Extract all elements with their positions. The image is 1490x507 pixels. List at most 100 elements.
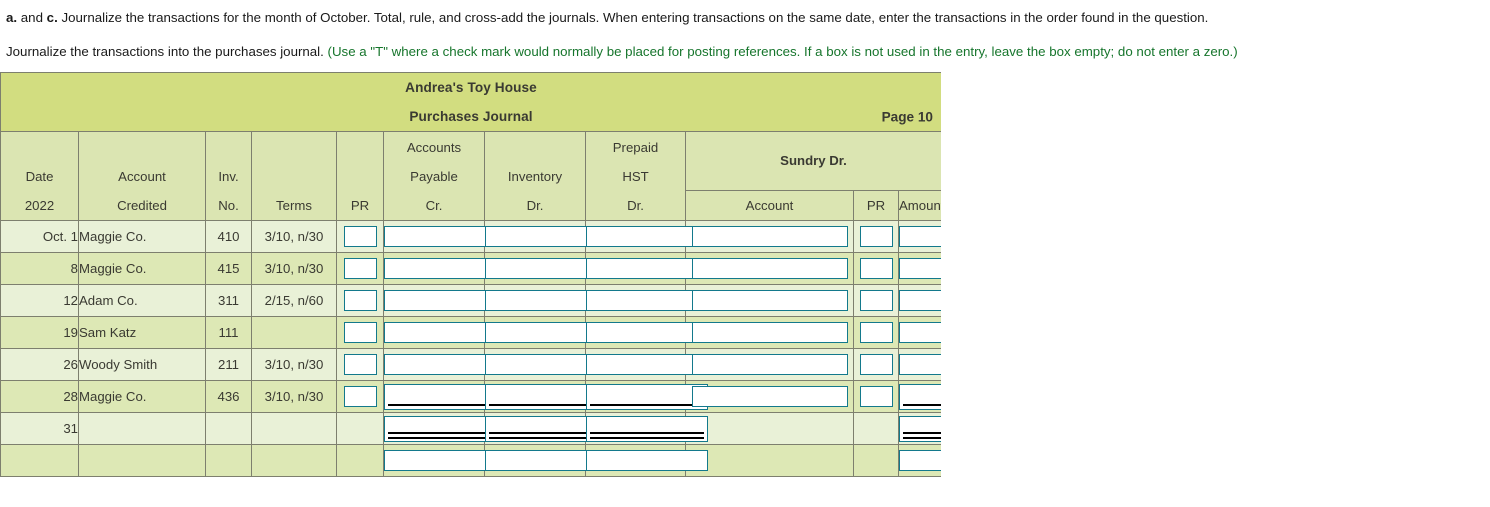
row-date: 31: [0, 412, 79, 445]
row-date: 12: [0, 284, 79, 317]
row-sundry-amount-cell[interactable]: [898, 412, 941, 445]
row-inventory-cell[interactable]: [484, 444, 607, 477]
input-prepaid-hst[interactable]: [586, 322, 708, 343]
input-sundry-amount[interactable]: [899, 258, 941, 279]
row-sundry-account-cell[interactable]: [685, 284, 854, 317]
header-date-top: Date: [25, 168, 54, 184]
input-sundry-pr[interactable]: [859, 290, 893, 311]
input-prepaid-hst[interactable]: [586, 258, 708, 279]
row-sundry-pr-cell[interactable]: [853, 252, 899, 285]
input-sundry-account[interactable]: [691, 386, 848, 407]
input-prepaid-hst-total[interactable]: [586, 415, 708, 442]
row-sundry-pr-cell[interactable]: [853, 380, 899, 413]
header-sundry-pr: PR: [853, 190, 899, 221]
row-ap-cell[interactable]: [383, 252, 506, 285]
row-inventory-cell[interactable]: [484, 252, 607, 285]
input-sundry-account[interactable]: [691, 290, 848, 311]
row-sundry-pr-cell[interactable]: [853, 316, 899, 349]
input-sundry-amount[interactable]: [899, 354, 941, 375]
header-hst-line2: HST: [622, 168, 649, 184]
input-prepaid-hst[interactable]: [586, 226, 708, 247]
input-sundry-amount[interactable]: [899, 322, 941, 343]
row-hst-cell[interactable]: [585, 252, 708, 285]
row-sundry-account-cell[interactable]: [685, 252, 854, 285]
row-sundry-account-cell[interactable]: [685, 316, 854, 349]
row-inventory-cell[interactable]: [484, 412, 607, 445]
input-pr[interactable]: [343, 386, 377, 407]
row-ap-cell[interactable]: [383, 412, 506, 445]
input-sundry-account[interactable]: [691, 354, 848, 375]
header-ap-line2: Payable: [410, 168, 458, 184]
row-inv: [205, 412, 252, 445]
row-ap-cell[interactable]: [383, 444, 506, 477]
table-row: 8 Maggie Co. 415 3/10, n/30: [0, 252, 941, 285]
row-sundry-pr-cell[interactable]: [853, 348, 899, 381]
row-inventory-cell[interactable]: [484, 284, 607, 317]
input-prepaid-hst[interactable]: [586, 450, 708, 471]
row-ap-cell[interactable]: [383, 316, 506, 349]
row-sundry-account-cell[interactable]: [685, 348, 854, 381]
row-pr-cell[interactable]: [336, 380, 384, 413]
row-hst-cell[interactable]: [585, 284, 708, 317]
row-inventory-cell[interactable]: [484, 220, 607, 253]
input-sundry-account[interactable]: [691, 258, 848, 279]
row-hst-cell[interactable]: [585, 316, 708, 349]
row-sundry-account-cell[interactable]: [685, 220, 854, 253]
input-pr[interactable]: [343, 258, 377, 279]
input-sundry-pr[interactable]: [859, 322, 893, 343]
header-account-credited: Account Credited: [78, 131, 206, 221]
input-sundry-amount-total[interactable]: [899, 415, 941, 442]
row-sundry-pr-cell: [853, 412, 899, 445]
row-pr-cell[interactable]: [336, 348, 384, 381]
row-inventory-cell[interactable]: [484, 348, 607, 381]
row-sundry-pr-cell[interactable]: [853, 284, 899, 317]
row-hst-cell[interactable]: [585, 220, 708, 253]
row-sundry-amount-cell[interactable]: [898, 380, 941, 413]
input-sundry-amount[interactable]: [899, 226, 941, 247]
input-sundry-account[interactable]: [691, 322, 848, 343]
input-pr[interactable]: [343, 290, 377, 311]
row-pr-cell[interactable]: [336, 220, 384, 253]
row-terms: 2/15, n/60: [251, 284, 337, 317]
row-pr-cell[interactable]: [336, 252, 384, 285]
row-ap-cell[interactable]: [383, 284, 506, 317]
input-sundry-account[interactable]: [691, 226, 848, 247]
row-sundry-amount-cell[interactable]: [898, 348, 941, 381]
journal-company-name: Andrea's Toy House: [405, 80, 537, 95]
input-sundry-pr[interactable]: [859, 354, 893, 375]
header-terms-spacer: [252, 162, 336, 191]
row-sundry-amount-cell[interactable]: [898, 444, 941, 477]
input-sundry-pr[interactable]: [859, 258, 893, 279]
input-sundry-amount[interactable]: [899, 383, 941, 410]
input-prepaid-hst[interactable]: [586, 290, 708, 311]
header-pr-label: PR: [350, 197, 370, 213]
row-hst-cell[interactable]: [585, 444, 708, 477]
input-prepaid-hst[interactable]: [586, 354, 708, 375]
input-prepaid-hst[interactable]: [586, 383, 708, 410]
input-sundry-amount[interactable]: [899, 290, 941, 311]
input-sundry-pr[interactable]: [859, 386, 893, 407]
row-pr-cell[interactable]: [336, 284, 384, 317]
row-ap-cell[interactable]: [383, 348, 506, 381]
row-inventory-cell[interactable]: [484, 316, 607, 349]
row-sundry-account-cell[interactable]: [685, 380, 854, 413]
input-pr[interactable]: [343, 322, 377, 343]
row-sundry-pr-cell[interactable]: [853, 220, 899, 253]
input-pr[interactable]: [343, 226, 377, 247]
input-pr[interactable]: [343, 354, 377, 375]
row-inventory-cell[interactable]: [484, 380, 607, 413]
journal-title: Purchases Journal: [409, 109, 533, 124]
row-sundry-amount-cell[interactable]: [898, 252, 941, 285]
row-ap-cell[interactable]: [383, 220, 506, 253]
row-hst-cell[interactable]: [585, 348, 708, 381]
row-ap-cell[interactable]: [383, 380, 506, 413]
row-sundry-amount-cell[interactable]: [898, 316, 941, 349]
row-sundry-amount-cell[interactable]: [898, 284, 941, 317]
row-hst-cell[interactable]: [585, 412, 708, 445]
input-sundry-amount[interactable]: [899, 450, 941, 471]
row-date: Oct. 1: [0, 220, 79, 253]
row-sundry-amount-cell[interactable]: [898, 220, 941, 253]
row-hst-cell[interactable]: [585, 380, 708, 413]
row-pr-cell[interactable]: [336, 316, 384, 349]
input-sundry-pr[interactable]: [859, 226, 893, 247]
